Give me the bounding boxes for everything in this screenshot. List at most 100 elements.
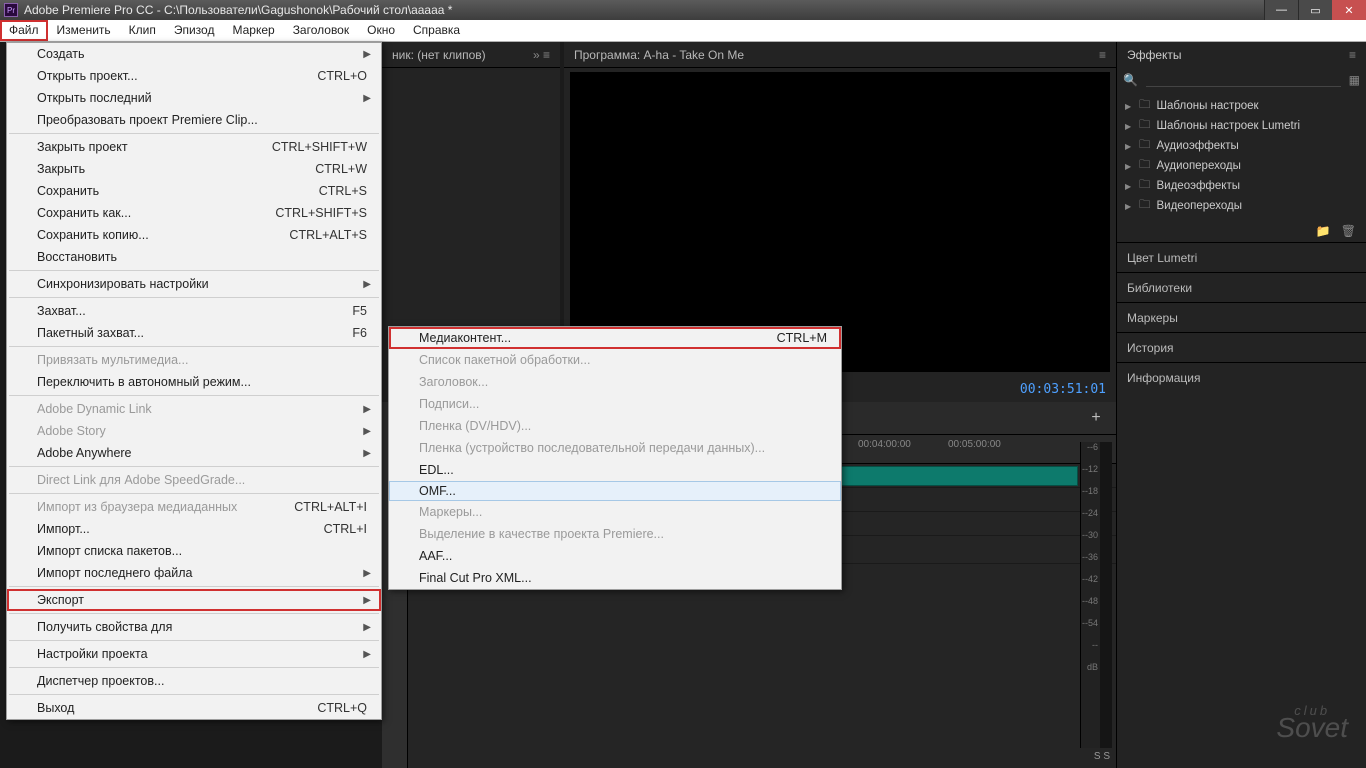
export-menu-item[interactable]: Выделение в качестве проекта Premiere... <box>389 523 841 545</box>
disclosure-triangle-icon[interactable]: ▶ <box>1125 202 1133 211</box>
disclosure-triangle-icon[interactable]: ▶ <box>1125 102 1133 111</box>
folder-icon: 🗀 <box>1139 157 1151 176</box>
file-menu-item[interactable]: Adobe Dynamic Link▶ <box>7 398 381 420</box>
folder-icon: 🗀 <box>1139 117 1151 136</box>
effects-tree[interactable]: ▶🗀Шаблоны настроек▶🗀Шаблоны настроек Lum… <box>1117 92 1366 220</box>
source-panel-menu-icon[interactable]: » ≡ <box>533 48 550 62</box>
window-close-button[interactable]: ✕ <box>1332 0 1366 20</box>
export-menu-item[interactable]: Список пакетной обработки... <box>389 349 841 371</box>
window-maximize-button[interactable]: ▭ <box>1298 0 1332 20</box>
submenu-arrow-icon: ▶ <box>363 448 371 459</box>
export-menu-item[interactable]: Пленка (DV/HDV)... <box>389 415 841 437</box>
file-menu-item[interactable]: Открыть последний▶ <box>7 87 381 109</box>
export-menu-item[interactable]: Final Cut Pro XML... <box>389 567 841 589</box>
file-menu-item[interactable]: ВыходCTRL+Q <box>7 697 381 719</box>
export-menu-item[interactable]: OMF... <box>389 481 841 501</box>
file-menu-item[interactable]: ЗакрытьCTRL+W <box>7 158 381 180</box>
menu-marker[interactable]: Маркер <box>223 20 283 41</box>
menu-bar[interactable]: Файл Изменить Клип Эпизод Маркер Заголов… <box>0 20 1366 42</box>
program-panel-menu-icon[interactable]: ≡ <box>1099 48 1106 62</box>
file-menu-item[interactable]: Adobe Anywhere▶ <box>7 442 381 464</box>
source-panel-title: ник: (нет клипов) <box>392 48 486 62</box>
side-section[interactable]: Цвет Lumetri <box>1117 242 1366 272</box>
meter-scale-label: --12 <box>1082 464 1098 474</box>
menu-clip[interactable]: Клип <box>120 20 165 41</box>
file-menu-item[interactable]: Импорт...CTRL+I <box>7 518 381 540</box>
file-menu-item[interactable]: Создать▶ <box>7 43 381 65</box>
file-menu-item[interactable]: Синхронизировать настройки▶ <box>7 273 381 295</box>
file-menu-item[interactable]: СохранитьCTRL+S <box>7 180 381 202</box>
window-minimize-button[interactable]: — <box>1264 0 1298 20</box>
menu-file[interactable]: Файл <box>0 20 48 41</box>
trash-icon[interactable]: 🗑 <box>1341 224 1356 238</box>
effects-tree-item[interactable]: ▶🗀Шаблоны настроек <box>1117 96 1366 116</box>
export-menu-item[interactable]: Маркеры... <box>389 501 841 523</box>
folder-icon: 🗀 <box>1139 177 1151 196</box>
file-dropdown[interactable]: Создать▶Открыть проект...CTRL+OОткрыть п… <box>6 42 382 720</box>
menu-title[interactable]: Заголовок <box>284 20 358 41</box>
file-menu-item[interactable]: Переключить в автономный режим... <box>7 371 381 393</box>
submenu-arrow-icon: ▶ <box>363 279 371 290</box>
side-section[interactable]: Библиотеки <box>1117 272 1366 302</box>
file-menu-item[interactable]: Открыть проект...CTRL+O <box>7 65 381 87</box>
export-menu-item[interactable]: Медиаконтент...CTRL+M <box>389 327 841 349</box>
menu-edit[interactable]: Изменить <box>48 20 120 41</box>
disclosure-triangle-icon[interactable]: ▶ <box>1125 122 1133 131</box>
panel-menu-icon[interactable]: ≡ <box>1349 48 1356 62</box>
menu-help[interactable]: Справка <box>404 20 469 41</box>
file-menu-item[interactable]: Adobe Story▶ <box>7 420 381 442</box>
side-section[interactable]: Маркеры <box>1117 302 1366 332</box>
file-menu-item[interactable]: Direct Link для Adobe SpeedGrade... <box>7 469 381 491</box>
effects-tree-item[interactable]: ▶🗀Аудиопереходы <box>1117 156 1366 176</box>
file-menu-item[interactable]: Получить свойства для▶ <box>7 616 381 638</box>
meter-scale-label: --18 <box>1082 486 1098 496</box>
file-menu-item[interactable]: Импорт последнего файла▶ <box>7 562 381 584</box>
export-menu-item[interactable]: EDL... <box>389 459 841 481</box>
new-folder-icon[interactable]: 📁 <box>1316 224 1331 238</box>
disclosure-triangle-icon[interactable]: ▶ <box>1125 162 1133 171</box>
effects-panel-header: Эффекты ≡ <box>1117 42 1366 68</box>
menu-sequence[interactable]: Эпизод <box>165 20 224 41</box>
export-menu-item[interactable]: Заголовок... <box>389 371 841 393</box>
audio-meter: --6--12--18--24--30--36--42--48--54--dB <box>1080 442 1112 748</box>
effects-tree-item[interactable]: ▶🗀Аудиоэффекты <box>1117 136 1366 156</box>
file-menu-item[interactable]: Импорт списка пакетов... <box>7 540 381 562</box>
file-menu-item[interactable]: Привязать мультимедиа... <box>7 349 381 371</box>
program-timecode[interactable]: 00:03:51:01 <box>1020 382 1106 397</box>
effects-tree-item[interactable]: ▶🗀Видеопереходы <box>1117 196 1366 216</box>
submenu-arrow-icon: ▶ <box>363 568 371 579</box>
file-menu-item[interactable]: Диспетчер проектов... <box>7 670 381 692</box>
disclosure-triangle-icon[interactable]: ▶ <box>1125 142 1133 151</box>
submenu-arrow-icon: ▶ <box>363 595 371 606</box>
file-menu-item[interactable]: Настройки проекта▶ <box>7 643 381 665</box>
menu-window[interactable]: Окно <box>358 20 404 41</box>
file-menu-item[interactable]: Экспорт▶ <box>7 589 381 611</box>
meter-scale-label: --48 <box>1082 596 1098 606</box>
effects-tree-item[interactable]: ▶🗀Шаблоны настроек Lumetri <box>1117 116 1366 136</box>
submenu-arrow-icon: ▶ <box>363 649 371 660</box>
export-submenu[interactable]: Медиаконтент...CTRL+MСписок пакетной обр… <box>388 326 842 590</box>
file-menu-item[interactable]: Преобразовать проект Premiere Clip... <box>7 109 381 131</box>
export-menu-item[interactable]: Подписи... <box>389 393 841 415</box>
clear-icon[interactable]: ▦ <box>1349 73 1360 87</box>
file-menu-item[interactable]: Пакетный захват...F6 <box>7 322 381 344</box>
effects-search-input[interactable] <box>1146 74 1341 87</box>
file-menu-item[interactable]: Восстановить <box>7 246 381 268</box>
file-menu-item[interactable]: Сохранить как...CTRL+SHIFT+S <box>7 202 381 224</box>
file-menu-item[interactable]: Закрыть проектCTRL+SHIFT+W <box>7 136 381 158</box>
disclosure-triangle-icon[interactable]: ▶ <box>1125 182 1133 191</box>
ruler-tick: 00:04:00:00 <box>858 439 911 450</box>
folder-icon: 🗀 <box>1139 97 1151 116</box>
export-menu-item[interactable]: Пленка (устройство последовательной пере… <box>389 437 841 459</box>
file-menu-item[interactable]: Сохранить копию...CTRL+ALT+S <box>7 224 381 246</box>
file-menu-item[interactable]: Импорт из браузера медиаданныхCTRL+ALT+I <box>7 496 381 518</box>
timeline-clip[interactable] <box>818 466 1078 486</box>
export-menu-item[interactable]: AAF... <box>389 545 841 567</box>
side-section[interactable]: История <box>1117 332 1366 362</box>
folder-icon: 🗀 <box>1139 197 1151 216</box>
file-menu-item[interactable]: Захват...F5 <box>7 300 381 322</box>
add-button[interactable]: + <box>1086 410 1106 426</box>
effects-tree-item[interactable]: ▶🗀Видеоэффекты <box>1117 176 1366 196</box>
side-section[interactable]: Информация <box>1117 362 1366 392</box>
program-panel-title: Программа: A-ha - Take On Me <box>574 48 744 62</box>
